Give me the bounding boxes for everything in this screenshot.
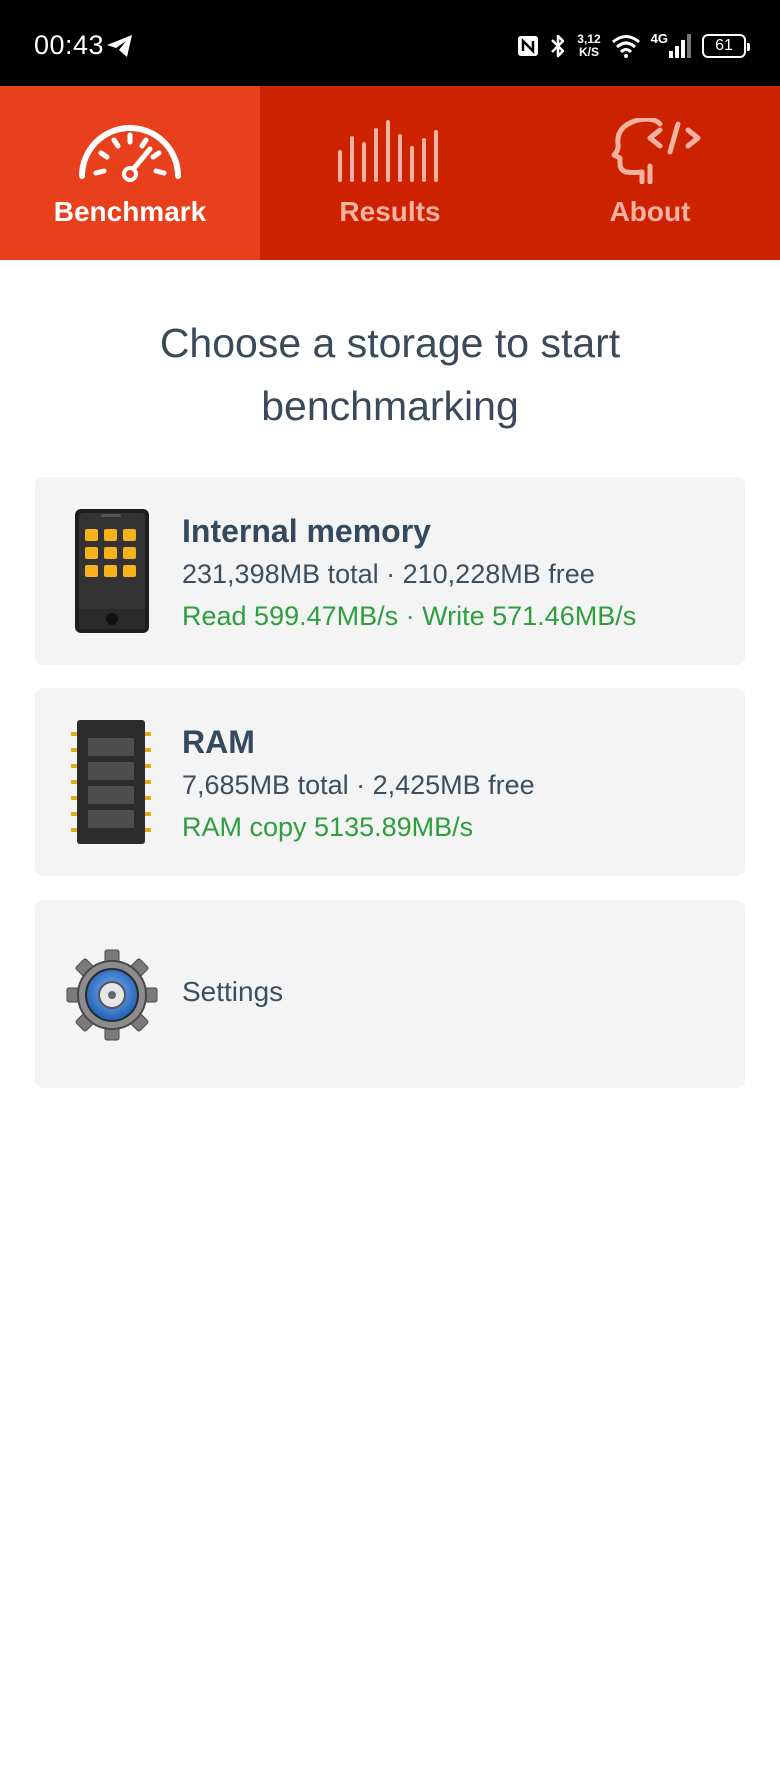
nfc-icon bbox=[518, 36, 539, 56]
tab-label: Results bbox=[339, 196, 441, 227]
card-text: RAM 7,685MB total · 2,425MB free RAM cop… bbox=[182, 720, 725, 848]
battery-icon: 61 bbox=[702, 34, 750, 58]
network-speed-unit: K/S bbox=[578, 45, 599, 59]
gear-icon bbox=[66, 949, 158, 1041]
card-speed: RAM copy 5135.89MB/s bbox=[182, 812, 474, 842]
status-time: 00:43 bbox=[34, 30, 105, 60]
telegram-icon bbox=[107, 35, 132, 57]
tab-bar: Benchmark Results About bbox=[0, 86, 780, 260]
status-icons: 3,12 K/S 4G 61 bbox=[517, 28, 750, 64]
page-heading: Choose a storage to start benchmarking bbox=[159, 320, 621, 429]
tab-label: Benchmark bbox=[53, 196, 207, 227]
tab-benchmark[interactable]: Benchmark bbox=[0, 86, 260, 260]
card-text: Internal memory 231,398MB total · 210,22… bbox=[182, 509, 725, 637]
status-bar: 00:43 3,12 K/S 4G 61 bbox=[0, 0, 780, 86]
settings-label: Settings bbox=[182, 976, 284, 1007]
bars-icon bbox=[338, 120, 438, 182]
wifi-icon bbox=[611, 35, 640, 58]
signal-icon bbox=[669, 34, 691, 58]
phone-icon bbox=[75, 509, 149, 633]
storage-card-internal-memory[interactable]: Internal memory 231,398MB total · 210,22… bbox=[35, 477, 745, 665]
network-type: 4G bbox=[650, 30, 668, 46]
battery-level: 61 bbox=[715, 37, 733, 54]
speedometer-icon bbox=[79, 125, 181, 182]
tab-results[interactable]: Results bbox=[260, 86, 520, 260]
settings-card[interactable]: Settings bbox=[35, 900, 745, 1088]
tab-about[interactable]: About bbox=[520, 86, 780, 260]
card-capacity: 231,398MB total · 210,228MB free bbox=[182, 559, 595, 589]
card-title: RAM bbox=[182, 724, 255, 760]
tab-label: About bbox=[609, 196, 691, 227]
network-speed: 3,12 K/S bbox=[577, 33, 600, 59]
card-capacity: 7,685MB total · 2,425MB free bbox=[182, 770, 535, 800]
storage-card-ram[interactable]: RAM 7,685MB total · 2,425MB free RAM cop… bbox=[35, 688, 745, 876]
card-speed: Read 599.47MB/s · Write 571.46MB/s bbox=[182, 601, 637, 631]
ram-chip-icon bbox=[71, 720, 151, 844]
head-code-icon bbox=[611, 118, 701, 184]
card-title: Internal memory bbox=[182, 513, 431, 549]
bluetooth-icon bbox=[551, 34, 565, 58]
